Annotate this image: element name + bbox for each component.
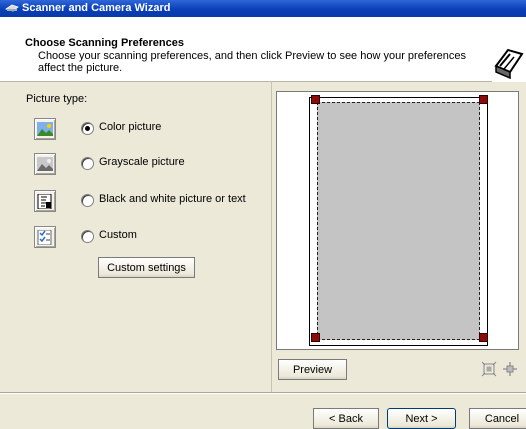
- cancel-button[interactable]: Cancel: [469, 408, 526, 429]
- scan-selection-area[interactable]: [317, 102, 480, 340]
- black-and-white-radio[interactable]: [81, 194, 94, 207]
- custom-radio[interactable]: [81, 230, 94, 243]
- option-black-and-white[interactable]: Black and white picture or text: [34, 190, 279, 212]
- scan-page: [309, 97, 488, 346]
- custom-label: Custom: [99, 229, 137, 241]
- selection-handle-bottom-right[interactable]: [479, 333, 488, 342]
- option-custom[interactable]: Custom: [34, 226, 279, 248]
- option-color-picture[interactable]: Color picture: [34, 118, 279, 140]
- scanner-app-icon: [5, 4, 19, 12]
- selection-handle-top-right[interactable]: [479, 95, 488, 104]
- back-button[interactable]: < Back: [313, 408, 379, 429]
- picture-type-label: Picture type:: [26, 93, 88, 105]
- selection-handle-bottom-left[interactable]: [311, 333, 320, 342]
- option-grayscale-picture[interactable]: Grayscale picture: [34, 153, 279, 175]
- grayscale-picture-label: Grayscale picture: [99, 156, 185, 168]
- preview-button[interactable]: Preview: [278, 359, 347, 380]
- scan-preview-area[interactable]: [276, 91, 519, 350]
- page-subtitle: Choose your scanning preferences, and th…: [38, 50, 467, 74]
- color-picture-label: Color picture: [99, 121, 162, 133]
- picture-type-panel: Picture type: Color picture Grayscale pi…: [18, 81, 272, 392]
- bw-text-icon: [34, 190, 56, 212]
- color-picture-icon: [34, 118, 56, 140]
- wizard-scanner-icon: [492, 42, 526, 82]
- title-bar[interactable]: Scanner and Camera Wizard: [0, 0, 526, 17]
- zoom-fit-icon[interactable]: [481, 361, 497, 377]
- custom-settings-button[interactable]: Custom settings: [98, 257, 195, 278]
- grayscale-picture-radio[interactable]: [81, 157, 94, 170]
- next-button[interactable]: Next >: [387, 408, 456, 429]
- window-title: Scanner and Camera Wizard: [22, 2, 171, 14]
- wizard-header: Choose Scanning Preferences Choose your …: [0, 17, 526, 82]
- page-title: Choose Scanning Preferences: [25, 37, 184, 49]
- selection-handle-top-left[interactable]: [311, 95, 320, 104]
- footer-separator: [0, 392, 526, 394]
- grayscale-picture-icon: [34, 153, 56, 175]
- custom-settings-icon: [34, 226, 56, 248]
- color-picture-radio[interactable]: [81, 122, 94, 135]
- zoom-selection-icon[interactable]: [502, 361, 518, 377]
- black-and-white-label: Black and white picture or text: [99, 193, 246, 205]
